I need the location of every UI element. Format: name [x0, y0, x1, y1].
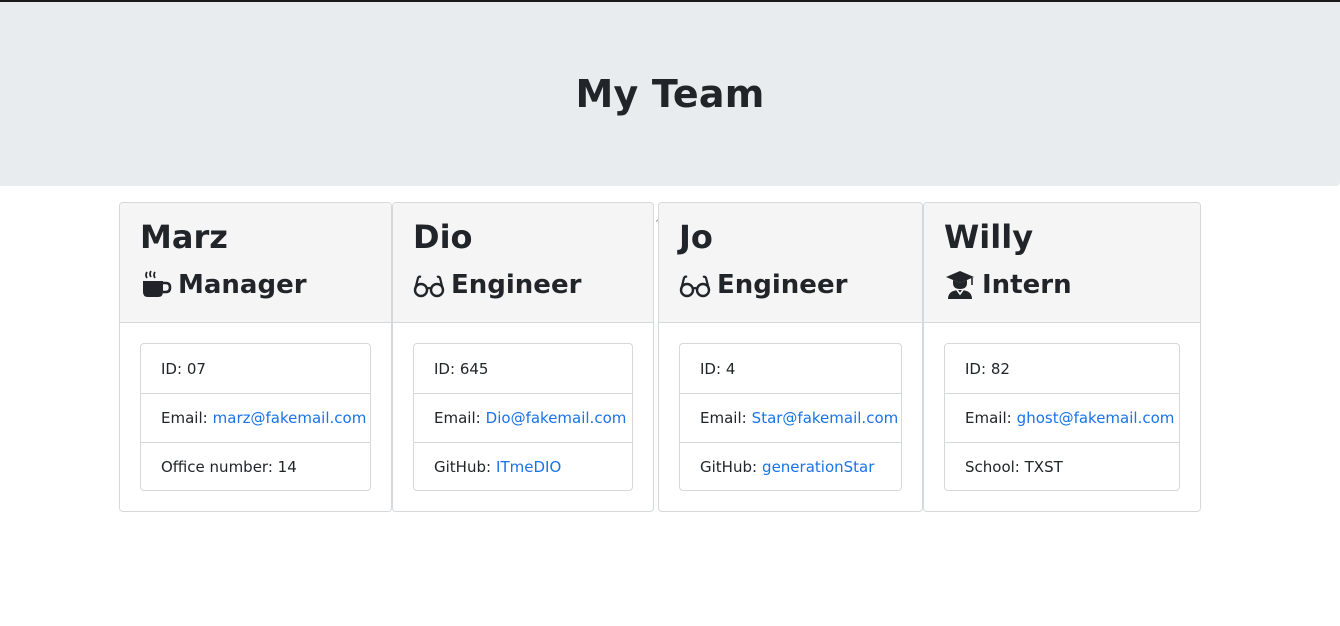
card-header: Willy Intern	[924, 203, 1200, 323]
glasses-icon	[679, 270, 711, 300]
school-value: TXST	[1024, 458, 1063, 476]
card-header: Marz Manager	[120, 203, 391, 323]
email-link[interactable]: ghost@fakemail.com	[1017, 409, 1175, 427]
office-number-item: Office number: 14	[141, 442, 370, 491]
page-header: My Team	[0, 2, 1340, 186]
id-item: ID: 4	[680, 344, 901, 393]
id-value: 4	[725, 359, 736, 378]
id-item: ID: 82	[945, 344, 1179, 393]
github-link[interactable]: generationStar	[762, 458, 874, 476]
id-label: ID:	[434, 359, 456, 378]
mug-icon	[140, 270, 172, 300]
id-value: 07	[186, 359, 206, 378]
id-item: ID: 645	[414, 344, 632, 393]
details-list: ID: 07 Email: marz@fakemail.com Office nu…	[140, 343, 371, 491]
email-item: Email: marz@fakemail.com	[141, 393, 370, 442]
email-label: Email:	[700, 409, 747, 427]
details-list: ID: 4 Email: Star@fakemail.com GitHub: gen…	[679, 343, 902, 491]
email-label: Email:	[965, 409, 1012, 427]
office-number-label: Office number:	[161, 458, 273, 476]
email-item: Email: ghost@fakemail.com	[945, 393, 1179, 442]
id-item: ID: 07	[141, 344, 370, 393]
graduate-icon	[944, 270, 976, 300]
email-item: Email: Dio@fakemail.com	[414, 393, 632, 442]
page-title: My Team	[575, 72, 765, 116]
employee-card-engineer: Dio Engineer ID: 645 Email: Dio@fakemail.…	[392, 202, 654, 512]
employee-name: Marz	[140, 218, 228, 256]
details-list: ID: 82 Email: ghost@fakemail.com School: …	[944, 343, 1180, 491]
email-item: Email: Star@fakemail.com	[680, 393, 901, 442]
role-label: Engineer	[451, 270, 582, 300]
role-label: Engineer	[717, 270, 848, 300]
employee-name: Willy	[944, 218, 1034, 256]
id-value: 82	[990, 359, 1010, 378]
school-item: School: TXST	[945, 442, 1179, 491]
employee-card-intern: Willy Intern ID: 82 Email: ghost@fakemail…	[923, 202, 1201, 512]
email-label: Email:	[434, 409, 481, 427]
id-label: ID:	[700, 359, 722, 378]
email-label: Email:	[161, 409, 208, 427]
card-header: Jo Engineer	[659, 203, 922, 323]
employee-role: Engineer	[679, 267, 847, 303]
employee-role: Intern	[944, 267, 1072, 303]
github-label: GitHub:	[434, 458, 492, 476]
employee-role: Manager	[140, 267, 307, 303]
id-label: ID:	[965, 359, 987, 378]
office-number-value: 14	[277, 458, 297, 476]
employee-name: Jo	[679, 218, 713, 256]
details-list: ID: 645 Email: Dio@fakemail.com GitHub: IT…	[413, 343, 633, 491]
github-link[interactable]: ITmeDIO	[496, 458, 561, 476]
employee-name: Dio	[413, 218, 473, 256]
card-header: Dio Engineer	[393, 203, 653, 323]
github-item: GitHub: ITmeDIO	[414, 442, 632, 491]
email-link[interactable]: Star@fakemail.com	[752, 409, 899, 427]
role-label: Manager	[178, 270, 307, 300]
id-label: ID:	[161, 359, 183, 378]
github-label: GitHub:	[700, 458, 758, 476]
github-item: GitHub: generationStar	[680, 442, 901, 491]
glasses-icon	[413, 270, 445, 300]
email-link[interactable]: marz@fakemail.com	[213, 409, 367, 427]
school-label: School:	[965, 458, 1020, 476]
employee-card-engineer: Jo Engineer ID: 4 Email: Star@fakemail.co…	[658, 202, 923, 512]
id-value: 645	[459, 359, 489, 378]
employee-role: Engineer	[413, 267, 581, 303]
stray-mark: ˏ	[654, 211, 659, 222]
employee-card-manager: Marz Manager ID: 07 Email: marz@fakemail.…	[119, 202, 392, 512]
role-label: Intern	[982, 270, 1072, 300]
email-link[interactable]: Dio@fakemail.com	[486, 409, 627, 427]
